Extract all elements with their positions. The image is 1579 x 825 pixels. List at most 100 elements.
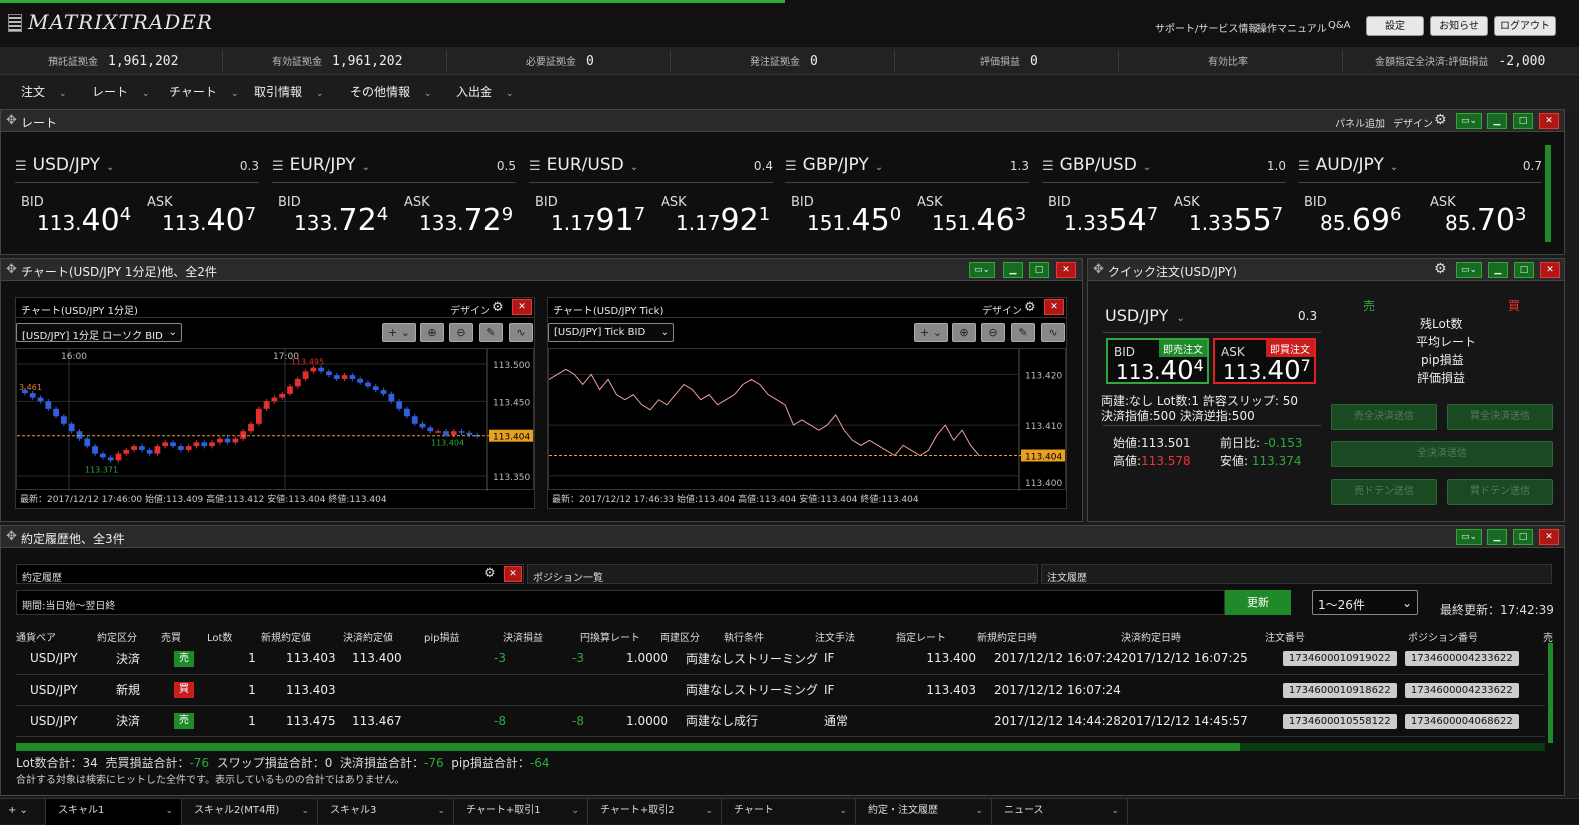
zoom-in-icon[interactable]: ⊕: [952, 323, 976, 342]
pencil-icon[interactable]: ✎: [479, 323, 503, 342]
settings-button[interactable]: 設定: [1366, 16, 1424, 36]
design-link[interactable]: デザイン: [450, 302, 490, 317]
menu-rate[interactable]: レート ⌄: [92, 83, 150, 100]
close-button[interactable]: ✕: [1056, 262, 1076, 278]
minimize-button[interactable]: ▁: [1487, 529, 1507, 545]
maximize-button[interactable]: □: [1513, 529, 1533, 545]
quick-pair-select[interactable]: USD/JPY ⌄: [1105, 306, 1185, 325]
ask-price[interactable]: 133.729: [419, 203, 513, 238]
zoom-out-icon[interactable]: ⊖: [981, 323, 1005, 342]
rate-card-1[interactable]: ☰ EUR/JPY ⌄ 0.5 BID ASK 133.724 133.729: [272, 145, 516, 241]
column-header[interactable]: 売: [1543, 629, 1553, 644]
quick-sell-button[interactable]: BID 即売注文 113.404: [1106, 338, 1209, 386]
add-indicator-button[interactable]: + ⌄: [382, 323, 416, 342]
menu-chart[interactable]: チャート ⌄: [169, 83, 238, 100]
minimize-button[interactable]: ▁: [1488, 262, 1508, 278]
maximize-button[interactable]: □: [1514, 262, 1534, 278]
close-button[interactable]: ✕: [1044, 299, 1064, 315]
table-row[interactable]: USD/JPY 決済売 1 113.403 113.400 -3 -3 1.0000 両建なしス…: [16, 643, 1545, 675]
buy-doten-button[interactable]: 買ドテン送信: [1447, 479, 1553, 505]
menu-order[interactable]: 注文 ⌄: [21, 83, 67, 100]
gear-icon[interactable]: ⚙: [1024, 300, 1036, 315]
tab-chart[interactable]: チャート ⌄: [722, 799, 856, 825]
column-header[interactable]: ポジション番号: [1408, 629, 1478, 644]
design-link[interactable]: デザイン: [1393, 115, 1433, 130]
column-header[interactable]: 通貨ペア: [16, 629, 56, 644]
maximize-button[interactable]: □: [1029, 262, 1049, 278]
close-all-button[interactable]: 全決済送信: [1331, 441, 1553, 467]
layout-dropdown-button[interactable]: ▭⌄: [969, 262, 995, 278]
rate-card-4[interactable]: ☰ GBP/USD ⌄ 1.0 BID ASK 1.33547 1.33557: [1042, 145, 1286, 241]
rate-card-3[interactable]: ☰ GBP/JPY ⌄ 1.3 BID ASK 151.450 151.463: [785, 145, 1029, 241]
ask-price[interactable]: 113.407: [162, 203, 256, 238]
quick-buy-button[interactable]: ASK 即買注文 113.407: [1213, 338, 1316, 386]
design-link[interactable]: デザイン: [982, 302, 1022, 317]
update-button[interactable]: 更新: [1225, 590, 1291, 615]
chart-type-select[interactable]: [USD/JPY] Tick BID ⌄: [548, 323, 674, 342]
tab-news[interactable]: ニュース ⌄: [992, 799, 1128, 825]
rate-card-2[interactable]: ☰ EUR/USD ⌄ 0.4 BID ASK 1.17917 1.17921: [529, 145, 773, 241]
pair-select[interactable]: ☰ AUD/JPY ⌄: [1298, 155, 1398, 175]
order-number[interactable]: 1734600010918622: [1282, 682, 1397, 698]
gear-icon[interactable]: ⚙: [484, 566, 496, 581]
tab-execution-history[interactable]: 約定履歴 ⚙ ✕: [16, 564, 524, 584]
pair-select[interactable]: ☰ EUR/USD ⌄: [529, 155, 638, 175]
minimize-button[interactable]: ▁: [1003, 262, 1023, 278]
bid-price[interactable]: 133.724: [294, 203, 388, 238]
column-header[interactable]: 決済約定値: [343, 629, 393, 644]
add-indicator-button[interactable]: + ⌄: [914, 323, 948, 342]
support-link[interactable]: サポート/サービス情報: [1155, 20, 1258, 35]
column-header[interactable]: 両建区分: [660, 629, 700, 644]
column-header[interactable]: 執行条件: [724, 629, 764, 644]
tab-exec-order-history[interactable]: 約定・注文履歴 ⌄: [856, 799, 992, 825]
column-header[interactable]: 注文番号: [1265, 629, 1305, 644]
chart-type-select[interactable]: [USD/JPY] 1分足 ローソク BID ⌄: [16, 323, 182, 342]
qa-link[interactable]: Q&A: [1328, 20, 1351, 31]
ask-price[interactable]: 151.463: [932, 203, 1026, 238]
table-row[interactable]: USD/JPY 決済売 1 113.475 113.467 -8 -8 1.0000 両建なし成…: [16, 705, 1545, 737]
menu-other-info[interactable]: その他情報 ⌄: [350, 83, 432, 100]
column-header[interactable]: 決済約定日時: [1121, 629, 1181, 644]
column-header[interactable]: 売買: [161, 629, 181, 644]
add-panel-link[interactable]: パネル追加: [1335, 115, 1385, 130]
tab-order-history[interactable]: 注文履歴: [1041, 564, 1552, 584]
tab-chart-trade1[interactable]: チャート+取引1 ⌄: [454, 799, 588, 825]
move-icon[interactable]: ✥: [6, 113, 17, 128]
order-number[interactable]: 1734600010558122: [1282, 713, 1397, 729]
pair-select[interactable]: ☰ GBP/JPY ⌄: [785, 155, 883, 175]
close-button[interactable]: ✕: [1539, 113, 1559, 129]
pair-select[interactable]: ☰ GBP/USD ⌄: [1042, 155, 1151, 175]
pencil-icon[interactable]: ✎: [1011, 323, 1035, 342]
move-icon[interactable]: ✥: [6, 262, 17, 277]
column-header[interactable]: 新規約定日時: [977, 629, 1037, 644]
draw-line-icon[interactable]: ∿: [509, 323, 533, 342]
maximize-button[interactable]: □: [1513, 113, 1533, 129]
bid-price[interactable]: 1.17917: [551, 203, 645, 238]
draw-line-icon[interactable]: ∿: [1041, 323, 1065, 342]
column-header[interactable]: 指定レート: [896, 629, 946, 644]
position-number[interactable]: 1734600004233622: [1404, 682, 1519, 698]
column-header[interactable]: pip損益: [424, 629, 459, 644]
range-select[interactable]: 1〜26件 ⌄: [1312, 590, 1418, 615]
column-header[interactable]: 決済損益: [503, 629, 543, 644]
horizontal-scrollbar[interactable]: [16, 743, 1545, 751]
gear-icon[interactable]: ⚙: [1434, 112, 1447, 128]
layout-dropdown-button[interactable]: ▭⌄: [1456, 529, 1482, 545]
ask-price[interactable]: 1.33557: [1189, 203, 1283, 238]
zoom-out-icon[interactable]: ⊖: [449, 323, 473, 342]
move-icon[interactable]: ✥: [6, 529, 17, 544]
gear-icon[interactable]: ⚙: [1434, 261, 1447, 277]
logout-button[interactable]: ログアウト: [1494, 16, 1556, 36]
column-header[interactable]: Lot数: [207, 629, 232, 644]
pair-select[interactable]: ☰ USD/JPY ⌄: [15, 155, 114, 175]
close-button[interactable]: ✕: [512, 299, 532, 315]
menu-trade-info[interactable]: 取引情報 ⌄: [254, 83, 324, 100]
add-tab-button[interactable]: + ⌄: [0, 799, 46, 825]
column-header[interactable]: 円換算レート: [580, 629, 640, 644]
layout-dropdown-button[interactable]: ▭⌄: [1456, 113, 1482, 129]
tab-scalp2[interactable]: スキャル2(MT4用) ⌄: [182, 799, 318, 825]
tick-chart-area[interactable]: 113.420 113.410 113.404 113.400: [548, 348, 1066, 491]
rate-card-5[interactable]: ☰ AUD/JPY ⌄ 0.7 BID ASK 85.696 85.703: [1298, 145, 1542, 241]
gear-icon[interactable]: ⚙: [492, 300, 504, 315]
ask-price[interactable]: 1.17921: [676, 203, 770, 238]
